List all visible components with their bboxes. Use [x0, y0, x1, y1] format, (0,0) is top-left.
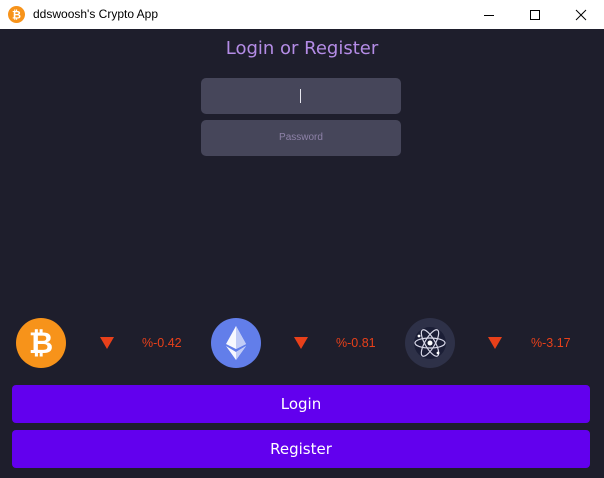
- down-arrow-icon: [488, 337, 502, 349]
- maximize-icon: [530, 10, 540, 20]
- ethereum-icon: [211, 318, 261, 368]
- cosmos-atom-icon: [405, 318, 455, 368]
- text-caret: [300, 89, 301, 103]
- window-title: ddswoosh's Crypto App: [33, 7, 159, 21]
- ethereum-change: %-0.81: [336, 336, 376, 350]
- minimize-icon: [484, 15, 494, 16]
- svg-text:₿: ₿: [12, 8, 21, 21]
- svg-text:₿: ₿: [29, 326, 53, 361]
- register-button[interactable]: Register: [12, 430, 590, 468]
- minimize-button[interactable]: [466, 0, 512, 29]
- close-button[interactable]: [558, 0, 604, 29]
- down-arrow-icon: [100, 337, 114, 349]
- password-field[interactable]: Password: [201, 120, 401, 156]
- login-button[interactable]: Login: [12, 385, 590, 423]
- title-bar[interactable]: ₿ ddswoosh's Crypto App: [0, 0, 604, 29]
- password-placeholder: Password: [279, 132, 323, 143]
- bitcoin-icon: ₿: [16, 318, 66, 368]
- page-title: Login or Register: [225, 38, 379, 59]
- maximize-button[interactable]: [512, 0, 558, 29]
- username-field[interactable]: [201, 78, 401, 114]
- bitcoin-icon: ₿: [8, 6, 25, 23]
- cosmos-change: %-3.17: [531, 336, 571, 350]
- close-icon: [575, 9, 587, 21]
- down-arrow-icon: [294, 337, 308, 349]
- bitcoin-change: %-0.42: [142, 336, 182, 350]
